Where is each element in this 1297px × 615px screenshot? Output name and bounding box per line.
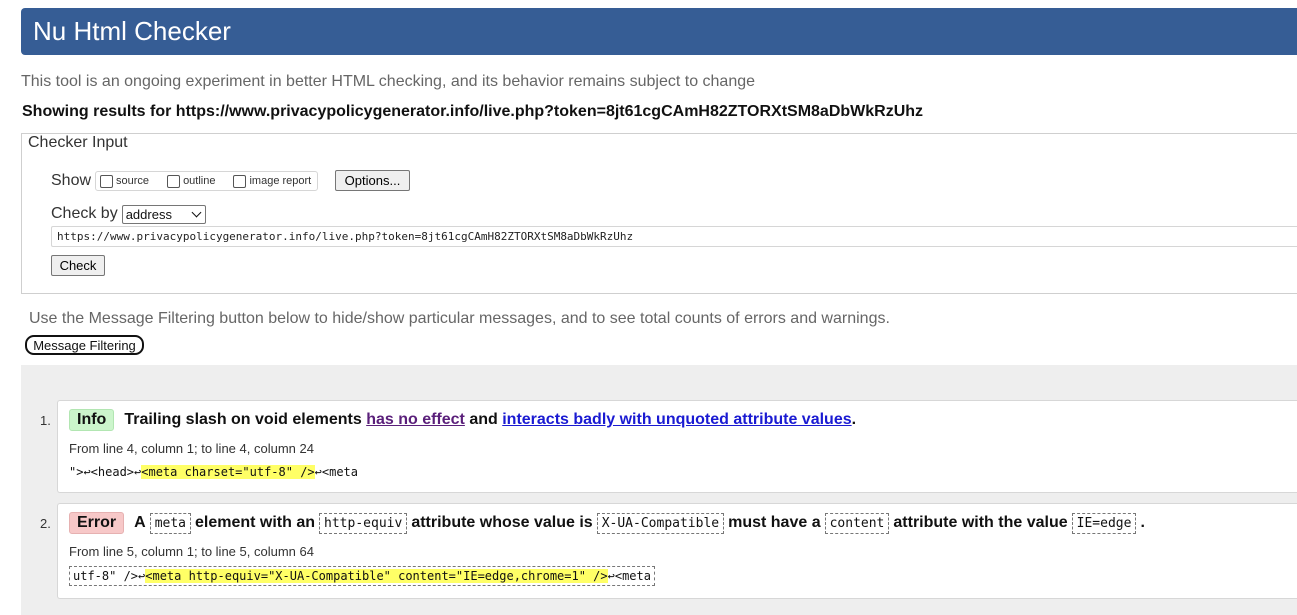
outline-label: outline xyxy=(183,175,216,187)
message-extract: ">↩<head>↩<meta charset="utf-8" />↩<meta xyxy=(69,465,358,479)
extract-after: ↩<meta xyxy=(314,465,358,479)
showing-results-heading: Showing results for https://www.privacyp… xyxy=(22,103,924,120)
image-report-label: image report xyxy=(249,175,312,187)
code-ie-edge: IE=edge xyxy=(1071,512,1137,534)
message-text: and xyxy=(469,411,498,428)
code-content: content xyxy=(824,512,890,534)
check-by-value: address xyxy=(125,206,172,222)
message-text: . xyxy=(851,411,857,428)
checker-input-legend: Checker Input xyxy=(25,134,131,152)
message-text: attribute with the value xyxy=(893,514,1068,531)
check-by-select[interactable]: address xyxy=(121,204,206,224)
message-text: attribute whose value is xyxy=(411,514,593,531)
intro-text: This tool is an ongoing experiment in be… xyxy=(21,73,756,90)
show-source-option[interactable]: source xyxy=(100,174,150,188)
filter-hint-text: Use the Message Filtering button below t… xyxy=(29,310,890,327)
message-filtering-button[interactable]: Message Filtering xyxy=(25,335,144,355)
extract-highlight: <meta http-equiv="X-UA-Compatible" conte… xyxy=(145,569,608,583)
info-badge: Info xyxy=(69,409,115,431)
error-badge: Error xyxy=(69,512,125,534)
page-title: Nu Html Checker xyxy=(33,16,231,46)
message-extract: utf-8" />↩<meta http-equiv="X-UA-Compati… xyxy=(69,566,655,586)
page-title-bar: Nu Html Checker xyxy=(21,8,1297,55)
image-report-checkbox[interactable] xyxy=(233,174,247,188)
message-text: A xyxy=(134,514,146,531)
source-checkbox[interactable] xyxy=(100,174,114,188)
source-label: source xyxy=(116,175,150,187)
show-options-group: source outline image report xyxy=(95,171,319,191)
message-text: must have a xyxy=(728,514,821,531)
extract-before: ">↩<head>↩ xyxy=(69,465,142,479)
url-input[interactable]: https://www.privacypolicygenerator.info/… xyxy=(51,226,1297,247)
message-heading: Info Trailing slash on void elements has… xyxy=(69,409,856,431)
show-label: Show xyxy=(51,172,92,189)
show-image-report-option[interactable]: image report xyxy=(233,174,312,188)
message-location: From line 4, column 1; to line 4, column… xyxy=(69,441,314,456)
code-meta: meta xyxy=(149,512,191,534)
extract-before: utf-8" />↩ xyxy=(73,569,146,583)
message-number: 2. xyxy=(40,516,51,531)
checker-input-fieldset xyxy=(21,133,1297,294)
check-by-row: Check by address xyxy=(51,204,206,224)
unquoted-attribute-values-link[interactable]: interacts badly with unquoted attribute … xyxy=(502,411,851,429)
show-options-row: Show source outline image report xyxy=(51,170,319,192)
check-by-label: Check by xyxy=(51,205,118,222)
check-button[interactable]: Check xyxy=(51,255,105,276)
message-location: From line 5, column 1; to line 5, column… xyxy=(69,544,314,559)
code-x-ua-compatible: X-UA-Compatible xyxy=(596,512,725,534)
chevron-down-icon xyxy=(191,207,202,217)
has-no-effect-link[interactable]: has no effect xyxy=(366,411,465,429)
options-button[interactable]: Options... xyxy=(335,170,410,191)
message-number: 1. xyxy=(40,413,51,428)
code-http-equiv: http-equiv xyxy=(319,512,408,534)
outline-checkbox[interactable] xyxy=(167,174,181,188)
extract-after: ↩<meta xyxy=(607,569,651,583)
show-outline-option[interactable]: outline xyxy=(167,174,216,188)
message-heading: Error A meta element with an http-equiv … xyxy=(69,512,1145,534)
extract-highlight: <meta charset="utf-8" /> xyxy=(141,465,315,479)
message-text: . xyxy=(1140,514,1145,531)
message-text: Trailing slash on void elements xyxy=(124,411,362,428)
message-text: element with an xyxy=(195,514,316,531)
